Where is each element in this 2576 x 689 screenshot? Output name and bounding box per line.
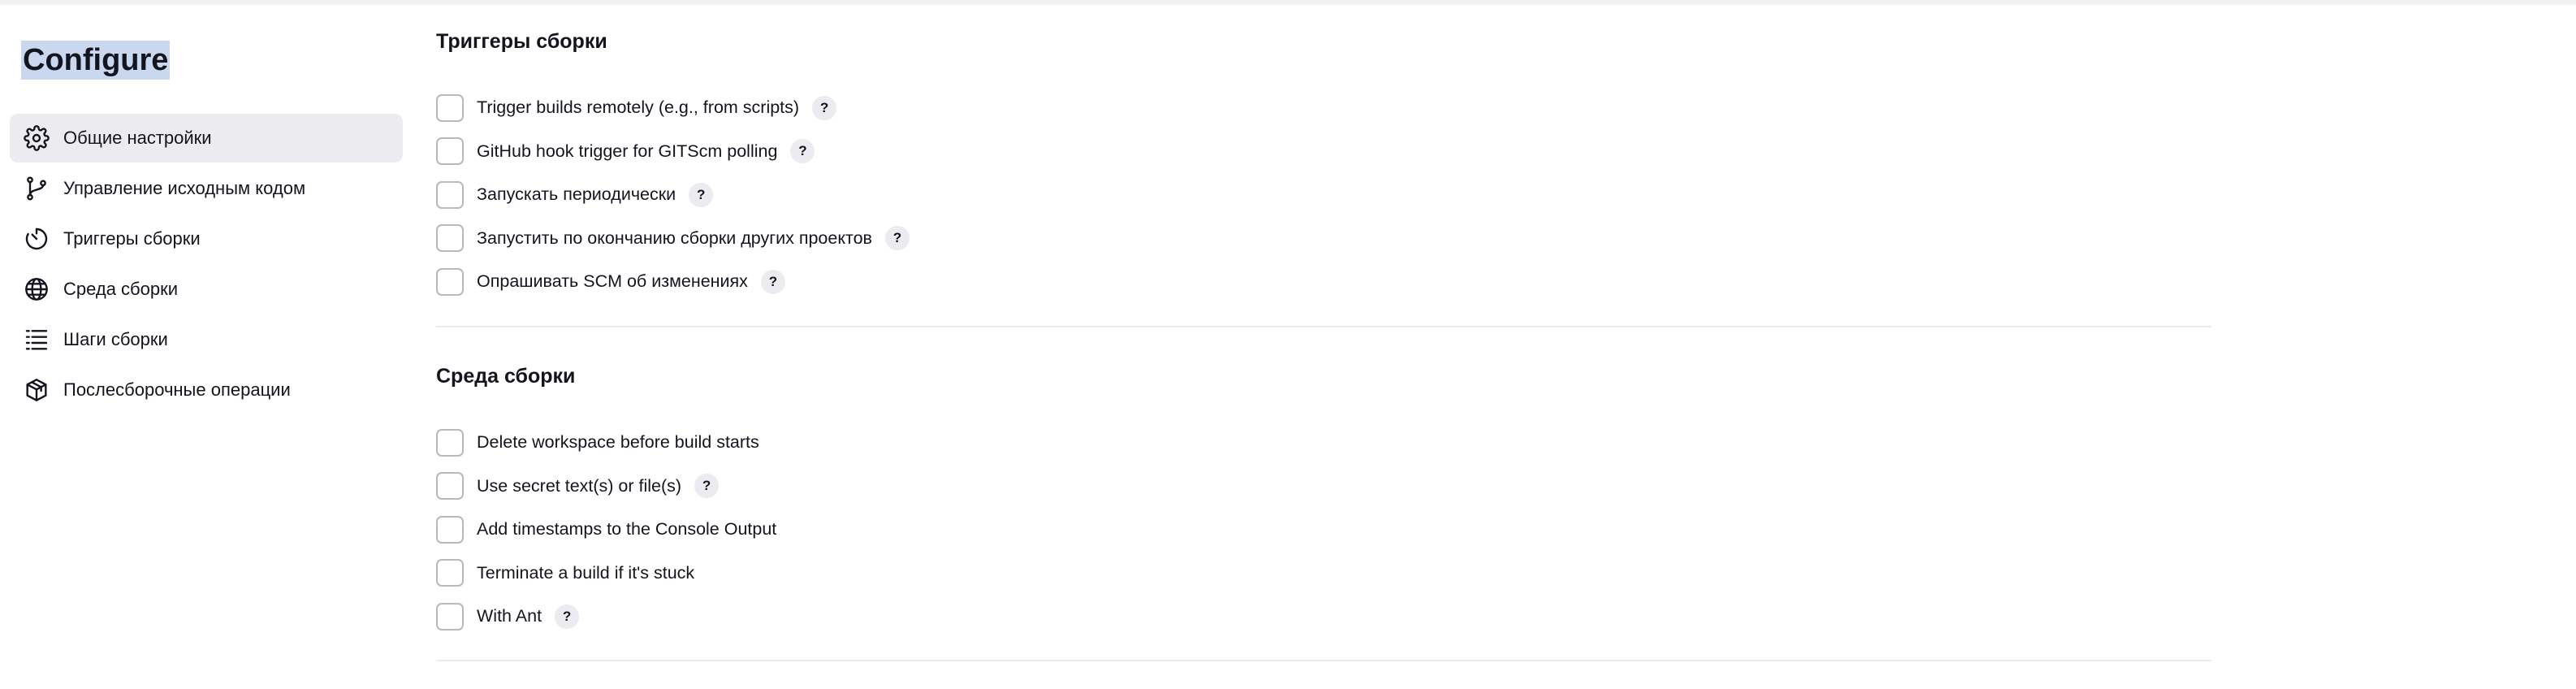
checkbox[interactable] [436, 602, 464, 630]
option-delete-workspace: Delete workspace before build starts [436, 421, 2211, 465]
option-poll-scm: Опрашивать SCM об изменениях ? [436, 260, 2211, 304]
option-after-other-projects: Запустить по окончанию сборки других про… [436, 217, 2211, 261]
option-terminate-stuck: Terminate a build if it's stuck [436, 552, 2211, 596]
option-label[interactable]: Delete workspace before build starts [477, 432, 759, 453]
checkbox[interactable] [436, 93, 464, 122]
sidebar-item-triggers[interactable]: Триггеры сборки [10, 214, 403, 263]
sidebar-item-label: Шаги сборки [63, 329, 168, 349]
sidebar-item-label: Общие настройки [63, 128, 212, 148]
timer-icon [23, 225, 50, 253]
checkbox[interactable] [436, 472, 464, 500]
help-button[interactable]: ? [555, 604, 580, 629]
checkbox[interactable] [436, 515, 464, 544]
section-title: Триггеры сборки [436, 30, 607, 53]
checkbox[interactable] [436, 137, 464, 166]
options-list: Trigger builds remotely (e.g., from scri… [436, 86, 2211, 304]
option-label[interactable]: GitHub hook trigger for GITScm polling [477, 141, 777, 162]
sidebar-item-general[interactable]: Общие настройки [10, 114, 403, 162]
section-build-environment: Среда сборки Delete workspace before bui… [436, 362, 2211, 639]
branch-icon [23, 175, 50, 202]
sidebar-item-environment[interactable]: Среда сборки [10, 265, 403, 314]
checkbox[interactable] [436, 180, 464, 209]
help-button[interactable]: ? [884, 226, 910, 251]
help-button[interactable]: ? [760, 269, 785, 294]
checkbox[interactable] [436, 224, 464, 253]
package-icon [23, 376, 50, 404]
sidebar-item-build-steps[interactable]: Шаги сборки [10, 315, 403, 364]
sidebar-item-label: Послесборочные операции [63, 379, 291, 400]
help-button[interactable]: ? [812, 95, 837, 120]
option-with-ant: With Ant ? [436, 595, 2211, 639]
page-title: Configure [21, 41, 171, 80]
section-title: Среда сборки [436, 365, 576, 388]
option-label[interactable]: Terminate a build if it's stuck [477, 563, 694, 583]
section-divider [436, 660, 2211, 661]
checkbox[interactable] [436, 559, 464, 587]
option-label[interactable]: Запустить по окончанию сборки других про… [477, 228, 872, 249]
checkbox[interactable] [436, 267, 464, 296]
gear-icon [23, 124, 50, 152]
option-label[interactable]: With Ant [477, 606, 542, 626]
help-button[interactable]: ? [790, 139, 815, 164]
globe-icon [23, 275, 50, 303]
sidebar: Configure Общие настройки Управление исх… [0, 0, 414, 689]
option-periodic: Запускать периодически ? [436, 173, 2211, 217]
option-label[interactable]: Add timestamps to the Console Output [477, 519, 776, 540]
sidebar-nav: Общие настройки Управление исходным кодо… [10, 114, 403, 416]
checkbox[interactable] [436, 428, 464, 457]
option-trigger-remotely: Trigger builds remotely (e.g., from scri… [436, 86, 2211, 130]
option-label[interactable]: Запускать периодически [477, 184, 676, 205]
sidebar-item-label: Триггеры сборки [63, 228, 201, 249]
sidebar-item-label: Управление исходным кодом [63, 178, 306, 198]
main-content: Триггеры сборки Trigger builds remotely … [436, 0, 2211, 689]
sidebar-item-post-build[interactable]: Послесборочные операции [10, 366, 403, 414]
option-timestamps: Add timestamps to the Console Output [436, 508, 2211, 552]
option-label[interactable]: Use secret text(s) or file(s) [477, 476, 681, 496]
option-label[interactable]: Опрашивать SCM об изменениях [477, 271, 748, 292]
list-icon [23, 326, 50, 353]
option-label[interactable]: Trigger builds remotely (e.g., from scri… [477, 98, 799, 118]
section-build-triggers: Триггеры сборки Trigger builds remotely … [436, 28, 2211, 304]
option-secret-text: Use secret text(s) or file(s) ? [436, 465, 2211, 509]
help-button[interactable]: ? [689, 182, 714, 207]
help-button[interactable]: ? [694, 474, 720, 499]
options-list: Delete workspace before build starts Use… [436, 421, 2211, 639]
sidebar-item-label: Среда сборки [63, 279, 179, 299]
option-github-hook: GitHub hook trigger for GITScm polling ? [436, 130, 2211, 174]
section-divider [436, 326, 2211, 327]
sidebar-item-scm[interactable]: Управление исходным кодом [10, 164, 403, 213]
